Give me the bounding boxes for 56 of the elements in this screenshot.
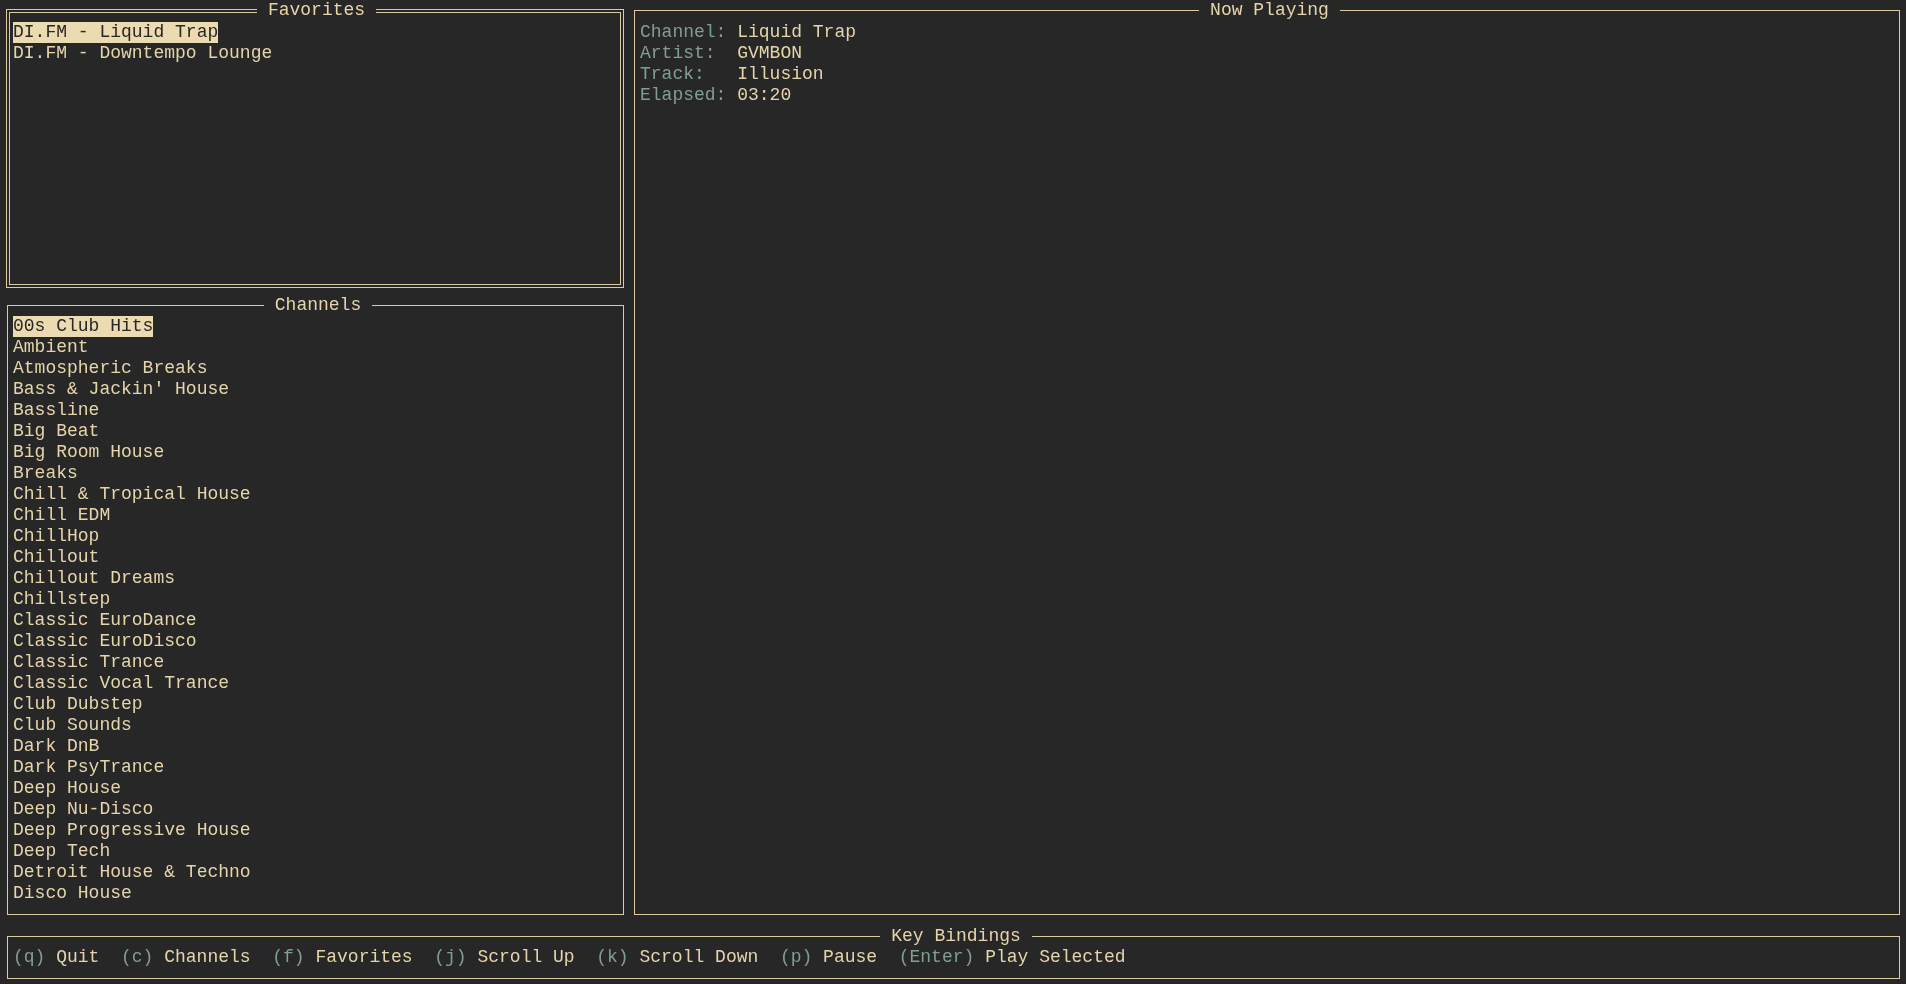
shortcut-key: (j) xyxy=(434,947,467,968)
channel-item[interactable]: Deep Nu-Disco xyxy=(13,799,154,820)
channel-item[interactable]: Dark DnB xyxy=(13,736,100,757)
favorite-item[interactable]: DI.FM - Downtempo Lounge xyxy=(13,43,273,64)
shortcut-label: Pause xyxy=(823,947,878,968)
channel-item[interactable]: Dark PsyTrance xyxy=(13,757,165,778)
shortcut-label: Scroll Down xyxy=(639,947,759,968)
channel-item[interactable]: Chill EDM xyxy=(13,505,111,526)
field-value: Illusion xyxy=(737,64,824,85)
channel-item[interactable]: Deep Tech xyxy=(13,841,111,862)
shortcut-key: (Enter) xyxy=(898,947,975,968)
channel-item[interactable]: Classic EuroDance xyxy=(13,610,197,631)
channel-item[interactable]: Deep Progressive House xyxy=(13,820,251,841)
favorite-item[interactable]: DI.FM - Liquid Trap xyxy=(13,22,219,43)
channel-item[interactable]: Bassline xyxy=(13,400,100,421)
channel-item[interactable]: Classic EuroDisco xyxy=(13,631,197,652)
field-value: Liquid Trap xyxy=(737,22,857,43)
field-label: Track: xyxy=(640,64,706,85)
channel-item[interactable]: Atmospheric Breaks xyxy=(13,358,208,379)
channel-item[interactable]: Big Beat xyxy=(13,421,100,442)
panel-title: Key Bindings xyxy=(890,926,1022,947)
field-value: GVMBON xyxy=(737,43,802,64)
channel-item[interactable]: Disco House xyxy=(13,883,132,904)
shortcut-label: Quit xyxy=(56,947,100,968)
shortcut-key: (q) xyxy=(13,947,46,968)
channel-item[interactable]: 00s Club Hits xyxy=(13,316,154,337)
channel-item[interactable]: Chill & Tropical House xyxy=(13,484,251,505)
shortcut-label: Scroll Up xyxy=(477,947,575,968)
channel-item[interactable]: Chillout xyxy=(13,547,100,568)
shortcut-key: (k) xyxy=(596,947,629,968)
shortcut-key: (p) xyxy=(779,947,813,968)
field-value: 03:20 xyxy=(737,85,792,106)
channel-item[interactable]: Detroit House & Techno xyxy=(13,862,251,883)
channel-item[interactable]: Club Sounds xyxy=(13,715,132,736)
shortcut-key: (f) xyxy=(272,947,305,968)
field-label: Artist: xyxy=(640,43,717,64)
panel-title: Favorites xyxy=(266,0,367,21)
panel-title: Channels xyxy=(273,295,363,316)
shortcut-label: Play Selected xyxy=(985,947,1126,968)
shortcut-label: Favorites xyxy=(315,947,413,968)
channel-item[interactable]: Classic Trance xyxy=(13,652,165,673)
channel-item[interactable]: Bass & Jackin' House xyxy=(13,379,230,400)
channel-item[interactable]: Chillstep xyxy=(13,589,111,610)
field-label: Elapsed: xyxy=(640,85,728,106)
shortcut-label: Channels xyxy=(164,947,251,968)
field-label: Channel: xyxy=(640,22,728,43)
panel-title: Now Playing xyxy=(1209,0,1330,21)
channel-item[interactable]: ChillHop xyxy=(13,526,100,547)
channel-item[interactable]: Chillout Dreams xyxy=(13,568,176,589)
channel-item[interactable]: Breaks xyxy=(13,463,78,484)
channel-item[interactable]: Classic Vocal Trance xyxy=(13,673,230,694)
channel-item[interactable]: Deep House xyxy=(13,778,122,799)
channel-item[interactable]: Big Room House xyxy=(13,442,165,463)
channel-item[interactable]: Club Dubstep xyxy=(13,694,143,715)
shortcut-key: (c) xyxy=(121,947,154,968)
channel-item[interactable]: Ambient xyxy=(13,337,89,358)
